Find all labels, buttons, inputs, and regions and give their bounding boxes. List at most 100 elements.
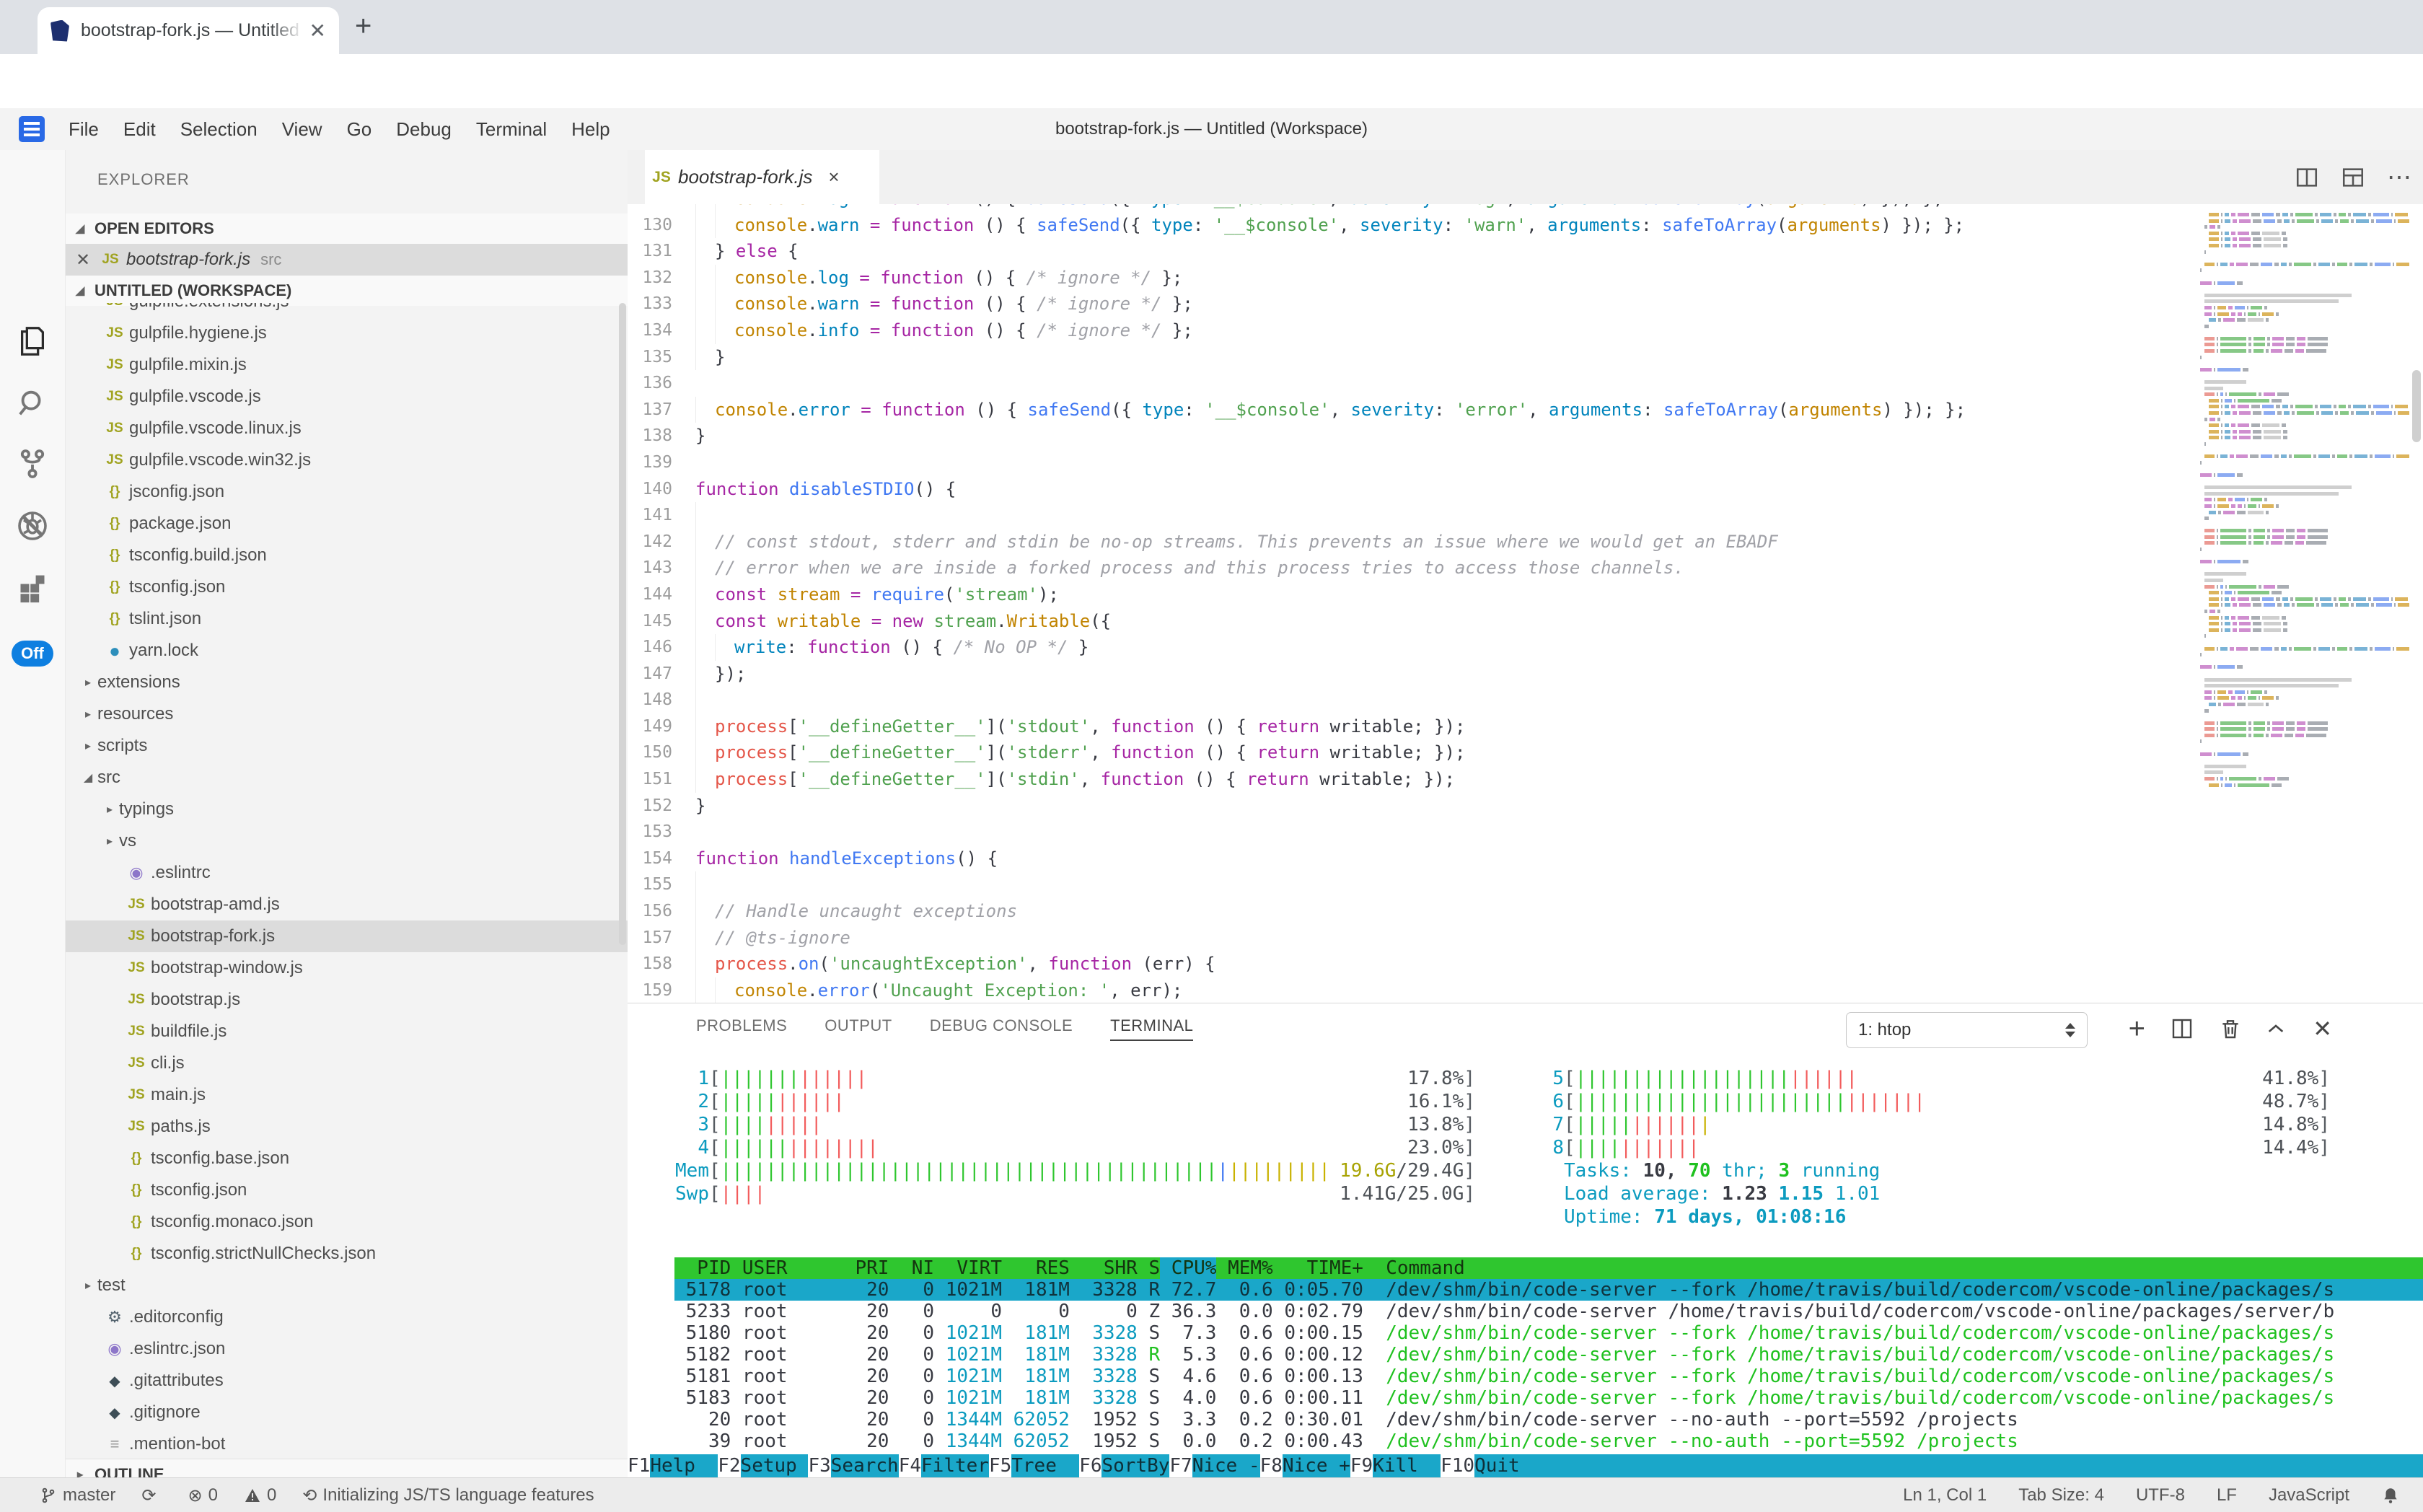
code-line[interactable]: 144const stream = require('stream'); — [628, 581, 2423, 608]
editor-layout-icon[interactable] — [2341, 165, 2365, 190]
code-line[interactable]: 138} — [628, 423, 2423, 449]
code-line[interactable]: 149process['__defineGetter__']('stdout',… — [628, 713, 2423, 740]
menu-item-edit[interactable]: Edit — [111, 118, 168, 141]
file-row[interactable]: ●yarn.lock — [66, 635, 628, 667]
file-row[interactable]: ▸typings — [66, 794, 628, 825]
editor-tab-close-icon[interactable]: × — [828, 166, 839, 188]
file-row[interactable]: JSbootstrap-amd.js — [66, 889, 628, 920]
browser-tab[interactable]: bootstrap-fork.js — Untitled (W ✕ — [38, 7, 339, 54]
file-row[interactable]: ◆.gitignore — [66, 1397, 628, 1428]
code-line[interactable]: 159console.error('Uncaught Exception: ',… — [628, 977, 2423, 1003]
file-row[interactable]: ▸scripts — [66, 730, 628, 762]
workspace-header[interactable]: ◢ UNTITLED (WORKSPACE) — [66, 276, 628, 306]
split-editor-icon[interactable] — [2295, 165, 2319, 190]
code-line[interactable]: 156// Handle uncaught exceptions — [628, 898, 2423, 925]
terminal-select[interactable]: 1: htop — [1846, 1012, 2088, 1048]
tab-close-icon[interactable]: ✕ — [309, 19, 326, 43]
file-row[interactable]: ◢src — [66, 762, 628, 794]
code-line[interactable]: 151process['__defineGetter__']('stdin', … — [628, 766, 2423, 793]
code-line[interactable]: 135} — [628, 344, 2423, 371]
terminal[interactable]: 1[|||||||||||||17.8%]2[|||||||||||16.1%]… — [674, 1067, 2423, 1456]
editor-tab[interactable]: JS bootstrap-fork.js × — [645, 150, 879, 204]
file-row[interactable]: {}tsconfig.build.json — [66, 540, 628, 571]
status-item[interactable]: UTF-8 — [2136, 1485, 2185, 1506]
code-line[interactable]: 155 — [628, 871, 2423, 898]
code-line[interactable]: 140function disableSTDIO() { — [628, 476, 2423, 503]
status-item-sync[interactable]: ⟳ — [141, 1485, 162, 1506]
file-row[interactable]: ◆.gitattributes — [66, 1365, 628, 1397]
new-terminal-icon[interactable]: + — [2129, 1003, 2145, 1054]
code-line[interactable]: 142// const stdout, stderr and stdin be … — [628, 529, 2423, 555]
kill-terminal-trash-icon[interactable] — [2219, 1003, 2242, 1054]
code-line[interactable]: 131} else { — [628, 238, 2423, 265]
new-tab-button[interactable]: + — [355, 10, 371, 43]
code-line[interactable]: 147}); — [628, 661, 2423, 687]
file-row[interactable]: {}tsconfig.strictNullChecks.json — [66, 1238, 628, 1270]
maximize-panel-icon[interactable] — [2264, 1003, 2287, 1054]
code-line[interactable]: 129console.log = function () { safeSend(… — [628, 204, 2423, 212]
code-line[interactable]: 157// @ts-ignore — [628, 925, 2423, 951]
file-row[interactable]: JSgulpfile.hygiene.js — [66, 317, 628, 349]
file-row[interactable]: {}tsconfig.base.json — [66, 1143, 628, 1174]
file-row[interactable]: JSgulpfile.extensions.js — [66, 303, 628, 317]
coder-logo-icon[interactable] — [19, 116, 45, 142]
file-row[interactable]: ▸resources — [66, 698, 628, 730]
extensions-icon[interactable] — [0, 563, 65, 613]
code-line[interactable]: 146write: function () { /* No OP */ } — [628, 634, 2423, 661]
editor-scrollbar[interactable] — [2412, 370, 2421, 442]
code-line[interactable]: 133console.warn = function () { /* ignor… — [628, 291, 2423, 317]
file-row[interactable]: {}tsconfig.json — [66, 1174, 628, 1206]
file-row[interactable]: ◉.eslintrc.json — [66, 1333, 628, 1365]
code-line[interactable]: 130console.warn = function () { safeSend… — [628, 212, 2423, 239]
file-row[interactable]: ▸extensions — [66, 667, 628, 698]
status-item[interactable]: LF — [2217, 1485, 2237, 1506]
status-item[interactable]: JavaScript — [2269, 1485, 2349, 1506]
file-row[interactable]: {}tslint.json — [66, 603, 628, 635]
file-row[interactable]: JSbootstrap-window.js — [66, 952, 628, 984]
status-badge[interactable]: Off — [12, 641, 53, 667]
file-row[interactable]: ▸vs — [66, 825, 628, 857]
menu-item-file[interactable]: File — [56, 118, 111, 141]
code-editor[interactable]: 129console.log = function () { safeSend(… — [628, 204, 2423, 1003]
minimap[interactable] — [2200, 213, 2409, 789]
file-row[interactable]: JScli.js — [66, 1047, 628, 1079]
file-row[interactable]: JSbootstrap-fork.js — [66, 920, 628, 952]
menu-item-help[interactable]: Help — [559, 118, 622, 141]
close-panel-icon[interactable]: ✕ — [2313, 1003, 2332, 1054]
code-line[interactable]: 145const writable = new stream.Writable(… — [628, 608, 2423, 635]
outline-header[interactable]: ▸ OUTLINE — [66, 1459, 628, 1477]
panel-tab-debug-console[interactable]: DEBUG CONSOLE — [930, 1016, 1073, 1041]
menu-item-debug[interactable]: Debug — [384, 118, 464, 141]
sidebar-scrollbar[interactable] — [619, 303, 626, 945]
file-row[interactable]: ▸test — [66, 1270, 628, 1301]
file-row[interactable]: {}package.json — [66, 508, 628, 540]
code-line[interactable]: 154function handleExceptions() { — [628, 845, 2423, 872]
search-icon[interactable] — [0, 378, 65, 428]
open-editor-item[interactable]: ✕ JS bootstrap-fork.js src — [66, 244, 628, 276]
status-item[interactable]: Ln 1, Col 1 — [1903, 1485, 1987, 1506]
file-row[interactable]: ⚙.editorconfig — [66, 1301, 628, 1333]
menu-item-terminal[interactable]: Terminal — [464, 118, 559, 141]
file-row[interactable]: ≡.mention-bot — [66, 1428, 628, 1457]
code-line[interactable]: 139 — [628, 449, 2423, 476]
explorer-icon[interactable] — [0, 316, 65, 366]
file-row[interactable]: JSgulpfile.vscode.js — [66, 381, 628, 413]
code-line[interactable]: 158process.on('uncaughtException', funct… — [628, 951, 2423, 977]
file-row[interactable]: JSbuildfile.js — [66, 1016, 628, 1047]
code-line[interactable]: 143// error when we are inside a forked … — [628, 555, 2423, 581]
debug-off-icon[interactable] — [0, 501, 65, 551]
code-line[interactable]: 152} — [628, 793, 2423, 819]
menu-item-go[interactable]: Go — [335, 118, 384, 141]
split-terminal-icon[interactable] — [2171, 1003, 2194, 1054]
file-row[interactable]: JSgulpfile.mixin.js — [66, 349, 628, 381]
panel-tab-output[interactable]: OUTPUT — [824, 1016, 892, 1041]
code-line[interactable]: 132console.log = function () { /* ignore… — [628, 265, 2423, 291]
code-line[interactable]: 134console.info = function () { /* ignor… — [628, 317, 2423, 344]
more-actions-icon[interactable]: ⋯ — [2387, 163, 2411, 192]
file-row[interactable]: {}tsconfig.monaco.json — [66, 1206, 628, 1238]
code-line[interactable]: 153 — [628, 819, 2423, 845]
code-line[interactable]: 137console.error = function () { safeSen… — [628, 397, 2423, 423]
file-row[interactable]: JSgulpfile.vscode.win32.js — [66, 444, 628, 476]
panel-tab-terminal[interactable]: TERMINAL — [1110, 1016, 1193, 1041]
file-row[interactable]: {}jsconfig.json — [66, 476, 628, 508]
